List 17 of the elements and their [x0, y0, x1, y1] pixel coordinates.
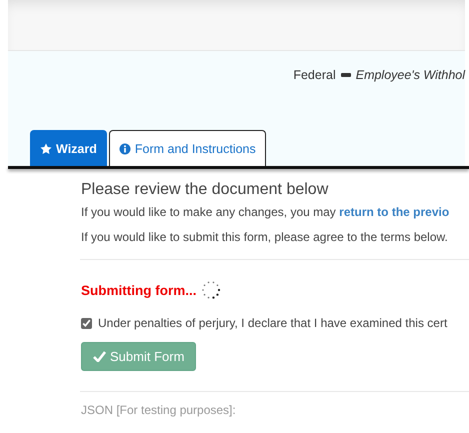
status-text: Submitting form... [81, 282, 196, 298]
checkmark-icon [93, 351, 106, 362]
info-icon [118, 142, 131, 154]
tab[interactable]: Form and Instructions [108, 130, 266, 166]
changes-text: If you would like to make any changes, you may return to the previo [81, 205, 450, 219]
dash-icon [340, 73, 351, 77]
spinner-icon [200, 280, 220, 300]
category-text: Federal [293, 68, 336, 82]
submit-text: If you would like to submit this form, please agree to the terms below. [81, 230, 449, 244]
debug-label: JSON [For testing purposes]: [81, 403, 237, 417]
return-link[interactable]: return to the previo [339, 205, 450, 219]
star-icon [40, 142, 52, 154]
review-heading: Please review the document below [81, 181, 330, 199]
form-title: Employee's Withhol [356, 68, 465, 82]
tab[interactable]: Wizard [30, 130, 107, 166]
agreement-text: Under penalties of perjury, I declare that I have examined this cert [98, 316, 448, 330]
agree-checkbox[interactable] [81, 318, 92, 328]
